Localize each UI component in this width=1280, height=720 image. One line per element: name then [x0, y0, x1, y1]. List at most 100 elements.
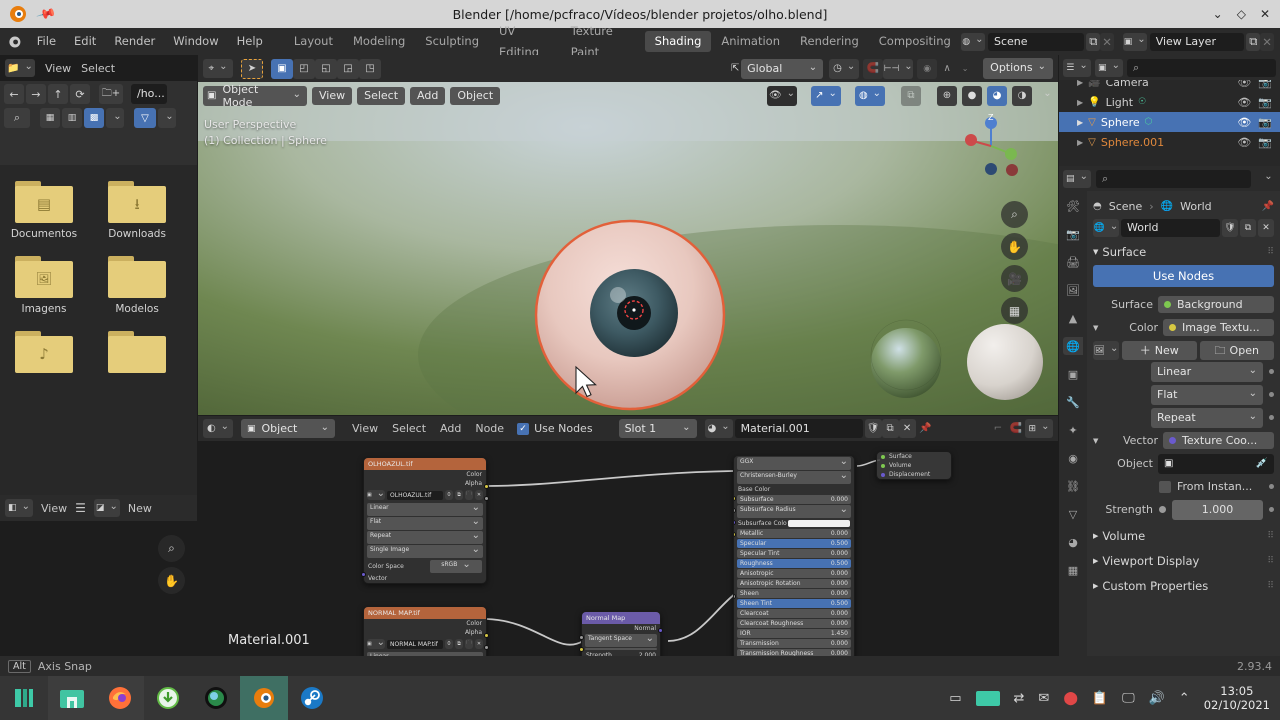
- node-menu-new[interactable]: New: [128, 502, 152, 515]
- image-browse-icon[interactable]: 🖼: [1093, 341, 1119, 360]
- fake-user-shield-icon[interactable]: 🛡: [1222, 219, 1238, 237]
- disclosure-triangle-icon[interactable]: ▶: [1077, 118, 1083, 127]
- bsdf-param-value[interactable]: 0.000: [831, 640, 848, 647]
- visibility-eye-icon[interactable]: 👁: [1237, 116, 1251, 129]
- xray-icon[interactable]: ⧉: [901, 85, 921, 106]
- system-tray[interactable]: ▭ ⇄ ✉ ⬤ 📋 🖵 🔊 ⌃ 13:05 02/10/2021: [949, 684, 1280, 712]
- tab-constraints-icon[interactable]: ⛓: [1063, 477, 1083, 495]
- socket-alpha[interactable]: [484, 645, 489, 650]
- tray-volume-icon[interactable]: 🔊: [1149, 691, 1165, 706]
- use-nodes-button[interactable]: Use Nodes: [1093, 265, 1274, 287]
- section-collapse-icon[interactable]: ▶: [1093, 532, 1098, 540]
- viewport-menu-object[interactable]: Object: [450, 86, 501, 105]
- tab-texture-icon[interactable]: ▦: [1063, 561, 1083, 579]
- taskbar-steam-icon[interactable]: [288, 676, 336, 720]
- taskbar-browser-icon[interactable]: [192, 676, 240, 720]
- fake-user-shield-icon[interactable]: 🛡: [864, 419, 882, 438]
- shading-solid-icon[interactable]: ●: [962, 85, 982, 106]
- node-image-copy-icon[interactable]: ⧉: [455, 639, 463, 649]
- falloff-icon[interactable]: ∧: [937, 59, 957, 79]
- outliner-editor-type-icon[interactable]: ☰: [1063, 58, 1091, 77]
- select-intersect-icon[interactable]: ◳: [359, 58, 381, 79]
- properties-search-input[interactable]: ⌕: [1096, 169, 1251, 188]
- render-camera-icon[interactable]: 📷: [1258, 136, 1272, 149]
- tab-compositing[interactable]: Compositing: [869, 31, 961, 52]
- strength-value[interactable]: 1.000: [1172, 499, 1263, 520]
- taskbar-show-desktop-icon[interactable]: [0, 676, 48, 720]
- shader-menu-node[interactable]: Node: [468, 422, 511, 435]
- use-nodes-checkbox[interactable]: ✓: [517, 422, 530, 435]
- viewport-zoom-icon[interactable]: ⌕: [1001, 201, 1028, 228]
- transform-orientation-dropdown[interactable]: Global: [741, 58, 824, 79]
- nav-forward-icon[interactable]: →: [26, 84, 46, 104]
- snap-magnet-icon[interactable]: 🧲: [863, 58, 884, 79]
- bsdf-param-value[interactable]: 0.000: [831, 550, 848, 557]
- tab-particles-icon[interactable]: ✦: [1063, 421, 1083, 439]
- shading-material-icon[interactable]: ◕: [987, 85, 1007, 106]
- select-extend-icon[interactable]: ◰: [293, 58, 315, 79]
- projection-dropdown[interactable]: Flat: [1151, 384, 1263, 405]
- menu-edit[interactable]: Edit: [65, 28, 105, 55]
- visibility-eye-icon[interactable]: 👁: [1237, 80, 1251, 89]
- outliner-tree[interactable]: ▶ 🎥 Camera 👁 📷 ▶ 💡 Light ☉ 👁 📷 ▶ ▽ Sphere …: [1059, 80, 1280, 166]
- duplicate-world-icon[interactable]: ⧉: [1240, 219, 1256, 237]
- pin-material-icon[interactable]: 📌: [916, 419, 936, 438]
- section-drag-handle[interactable]: ⠿: [1267, 556, 1274, 566]
- tab-object-icon[interactable]: ▣: [1063, 365, 1083, 383]
- render-camera-icon[interactable]: 📷: [1258, 80, 1272, 89]
- visibility-eye-icon[interactable]: 👁: [1237, 96, 1251, 109]
- section-volume-header[interactable]: ▶ Volume ⠿: [1093, 525, 1274, 546]
- node-principled-bsdf[interactable]: GGX Christensen-Burley Base Color Subsur…: [733, 455, 855, 656]
- close-button[interactable]: ✕: [1260, 7, 1270, 21]
- file-item-documentos[interactable]: ▤ Documentos: [0, 181, 88, 240]
- view-layer-field[interactable]: View Layer: [1149, 32, 1245, 51]
- node-image-unlink-icon[interactable]: ✕: [475, 639, 483, 649]
- section-expand-icon[interactable]: ▼: [1093, 248, 1098, 256]
- maximize-button[interactable]: ◇: [1237, 7, 1246, 21]
- tab-physics-icon[interactable]: ◉: [1063, 449, 1083, 467]
- pivot-point-icon[interactable]: ◷: [829, 58, 860, 79]
- bsdf-param-value[interactable]: 0.000: [831, 570, 848, 577]
- socket-normal-out[interactable]: [658, 628, 663, 633]
- animate-property-dot[interactable]: [1269, 415, 1274, 420]
- node-colorspace-value[interactable]: sRGB: [430, 560, 482, 573]
- socket-color[interactable]: [484, 484, 489, 489]
- select-set-icon[interactable]: ▣: [271, 58, 293, 79]
- node-image-name-field[interactable]: NORMAL MAP.tif: [387, 639, 443, 649]
- node-image-users-icon[interactable]: 0: [445, 490, 453, 500]
- disclosure-triangle-icon[interactable]: ▶: [1077, 138, 1083, 147]
- viewport-menu-add[interactable]: Add: [410, 86, 446, 105]
- shader-menu-select[interactable]: Select: [385, 422, 433, 435]
- world-name-field[interactable]: World: [1121, 219, 1220, 237]
- outliner-item-sphere[interactable]: ▶ ▽ Sphere ⬡ 👁 📷: [1059, 112, 1280, 132]
- display-list-icon[interactable]: ▦: [40, 108, 60, 128]
- material-name-field[interactable]: Material.001: [734, 419, 863, 438]
- visibility-icon[interactable]: 👁: [767, 85, 797, 106]
- taskbar-firefox-icon[interactable]: [96, 676, 144, 720]
- section-viewport-display-header[interactable]: ▶ Viewport Display ⠿: [1093, 550, 1274, 571]
- animate-property-dot[interactable]: [1269, 369, 1274, 374]
- tray-display-icon[interactable]: 🖵: [1122, 691, 1135, 706]
- extension-dropdown[interactable]: Repeat: [1151, 407, 1263, 428]
- bsdf-subsurface-color-swatch[interactable]: [788, 520, 850, 527]
- filter-options-icon[interactable]: [158, 108, 176, 128]
- outliner-display-mode-icon[interactable]: ▣: [1095, 58, 1123, 77]
- node-image-name-field[interactable]: OLHOAZUL.tif: [387, 490, 443, 500]
- light-data-icon[interactable]: ☉: [1138, 97, 1146, 107]
- shading-rendered-icon[interactable]: ◑: [1012, 85, 1032, 106]
- socket-sheen[interactable]: [734, 594, 736, 599]
- socket-subsurface-color[interactable]: [734, 532, 736, 537]
- new-image-button[interactable]: ＋ New: [1122, 341, 1197, 360]
- viewport-menu-select[interactable]: Select: [357, 86, 406, 105]
- disclosure-triangle-icon[interactable]: ▶: [1077, 80, 1083, 87]
- snap-node-icon[interactable]: ⌐: [989, 419, 1007, 438]
- fb-menu-view[interactable]: View: [45, 62, 71, 75]
- animate-property-dot[interactable]: [1269, 392, 1274, 397]
- properties-tab-column[interactable]: 🛠 📷 🖨 🖼 ▲ 🌐 ▣ 🔧 ✦ ◉ ⛓ ▽ ◕ ▦: [1059, 191, 1087, 656]
- shader-menu-add[interactable]: Add: [433, 422, 468, 435]
- path-field[interactable]: /ho...: [131, 84, 167, 104]
- tray-window-icon[interactable]: ▭: [949, 691, 961, 706]
- disclosure-triangle-icon[interactable]: ▶: [1077, 98, 1083, 107]
- tab-rendering[interactable]: Rendering: [790, 31, 869, 52]
- pin-icon[interactable]: 📌: [1262, 201, 1274, 212]
